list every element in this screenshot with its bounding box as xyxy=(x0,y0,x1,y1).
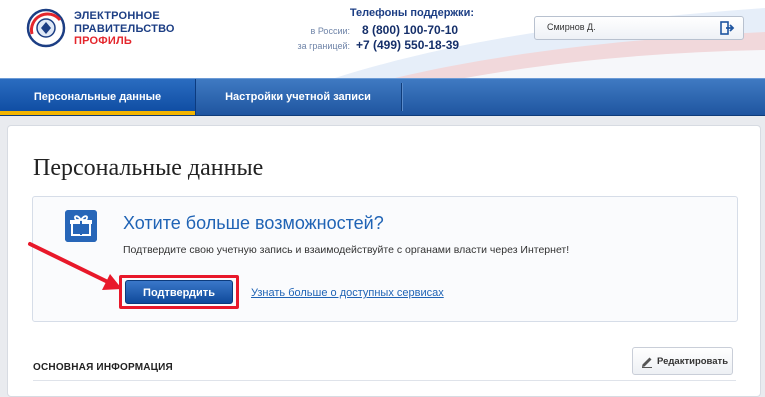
upgrade-promo: Хотите больше возможностей? Подтвердите … xyxy=(32,196,738,322)
user-name[interactable]: Смирнов Д. xyxy=(547,22,596,32)
edit-button[interactable]: Редактировать xyxy=(632,347,733,375)
section-divider xyxy=(33,380,736,381)
support-title: Телефоны поддержки: xyxy=(349,7,474,19)
user-menu[interactable]: Смирнов Д. xyxy=(534,16,744,40)
logo-line-2: ПРАВИТЕЛЬСТВО xyxy=(74,22,175,35)
tab-personal-data[interactable]: Персональные данные xyxy=(0,79,196,115)
exit-icon[interactable] xyxy=(719,20,735,36)
support-russia-number: 8 (800) 100-70-10 xyxy=(362,23,459,37)
pencil-icon xyxy=(642,357,652,368)
promo-title: Хотите больше возможностей? xyxy=(123,213,384,233)
section-title: ОСНОВНАЯ ИНФОРМАЦИЯ xyxy=(33,362,173,373)
promo-text: Подтвердите свою учетную запись и взаимо… xyxy=(123,244,570,256)
content-panel: Персональные данные Хотите больше возмож… xyxy=(7,125,761,397)
emblem-icon[interactable] xyxy=(26,8,66,48)
header: ЭЛЕКТРОННОЕ ПРАВИТЕЛЬСТВО ПРОФИЛЬ Телефо… xyxy=(0,0,765,78)
support-abroad-number: +7 (499) 550-18-39 xyxy=(356,38,460,52)
logo-text[interactable]: ЭЛЕКТРОННОЕ ПРАВИТЕЛЬСТВО ПРОФИЛЬ xyxy=(74,10,175,48)
gift-icon xyxy=(65,210,97,242)
page-title: Персональные данные xyxy=(33,155,264,181)
tab-account-settings[interactable]: Настройки учетной записи xyxy=(196,79,400,115)
support-abroad-label: за границей: xyxy=(297,41,350,51)
nav-divider xyxy=(401,83,402,111)
logo-line-1: ЭЛЕКТРОННОЕ xyxy=(74,10,160,22)
support-russia-label: в России: xyxy=(310,26,350,36)
learn-more-link[interactable]: Узнать больше о доступных сервисах xyxy=(251,287,444,299)
logo-line-3: ПРОФИЛЬ xyxy=(74,35,132,47)
main-nav: Персональные данные Настройки учетной за… xyxy=(0,78,765,116)
edit-label: Редактировать xyxy=(657,356,729,367)
confirm-button[interactable]: Подтвердить xyxy=(125,280,233,304)
